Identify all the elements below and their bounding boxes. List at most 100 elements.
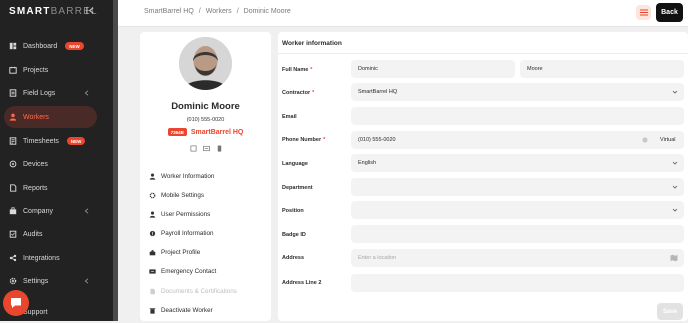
audits-icon xyxy=(9,230,17,238)
sidebar-item-audits[interactable]: Audits xyxy=(4,223,97,245)
last-name-input[interactable]: Moore xyxy=(520,60,684,78)
company-badge: 7364B xyxy=(167,128,187,136)
menu-item-emergency-contact[interactable]: Emergency Contact xyxy=(149,265,216,277)
menu-item-label: Documents & Certifications xyxy=(161,287,237,295)
chevron-left-icon xyxy=(84,90,89,96)
language-value: English xyxy=(358,160,377,166)
emergency-contact-icon xyxy=(149,268,156,274)
sidebar-item-timesheets[interactable]: Timesheets NEW xyxy=(4,130,97,152)
menu-item-mobile-settings[interactable]: Mobile Settings xyxy=(149,189,204,201)
sidebar-item-settings[interactable]: Settings xyxy=(4,270,97,292)
phone-icon[interactable] xyxy=(216,145,223,152)
chevron-left-icon xyxy=(84,208,89,214)
new-badge: NEW xyxy=(65,42,84,50)
breadcrumb-workers[interactable]: Workers xyxy=(206,8,232,15)
chevron-down-icon xyxy=(672,208,678,212)
back-button[interactable]: Back xyxy=(656,3,683,22)
menu-item-label: User Permissions xyxy=(161,210,211,218)
menu-item-label: Project Profile xyxy=(161,248,201,256)
sidebar-item-devices[interactable]: Devices xyxy=(4,153,97,175)
email-label: Email xyxy=(282,114,297,120)
save-button[interactable]: Save xyxy=(657,303,683,320)
id-card-icon[interactable] xyxy=(203,145,210,152)
department-select[interactable] xyxy=(351,178,684,196)
menu-item-deactivate-worker[interactable]: Deactivate Worker xyxy=(149,304,213,316)
sidebar-item-label: Dashboard xyxy=(23,42,58,50)
phone-label-text: Phone Number xyxy=(282,137,322,143)
menu-item-label: Payroll Information xyxy=(161,229,214,237)
sidebar-item-reports[interactable]: Reports xyxy=(4,177,97,199)
chat-button[interactable] xyxy=(3,290,29,316)
phone-input[interactable]: (010) 555-0020 Virtual xyxy=(351,131,684,149)
mobile-settings-icon xyxy=(149,192,156,198)
menu-button[interactable] xyxy=(636,5,651,20)
menu-item-payroll-information[interactable]: Payroll Information xyxy=(149,227,214,239)
sidebar-item-label: Timesheets xyxy=(23,137,59,145)
sidebar: SMARTBARREL Dashboard NEW Projects Field… xyxy=(0,0,113,321)
toggle-icon[interactable] xyxy=(642,137,648,143)
trash-icon xyxy=(149,307,156,314)
sidebar-edge xyxy=(113,0,118,321)
sidebar-item-integrations[interactable]: Integrations xyxy=(4,247,97,269)
badge-id-label: Badge ID xyxy=(282,232,306,238)
sidebar-item-projects[interactable]: Projects xyxy=(4,59,97,81)
sidebar-item-dashboard[interactable]: Dashboard NEW xyxy=(4,35,97,57)
sidebar-item-label: Company xyxy=(23,207,53,215)
company-name[interactable]: SmartBarrel HQ xyxy=(191,129,244,136)
address-line2-input[interactable] xyxy=(351,274,684,292)
logo-text-left: SMART xyxy=(9,6,51,17)
collapse-sidebar-icon[interactable] xyxy=(86,6,95,15)
chevron-down-icon xyxy=(672,161,678,165)
sidebar-item-workers[interactable]: Workers xyxy=(4,106,97,128)
chevron-down-icon xyxy=(672,90,678,94)
address-line2-label: Address Line 2 xyxy=(282,280,322,286)
chat-bubble-icon xyxy=(11,298,21,308)
form-title: Worker information xyxy=(282,40,342,47)
position-select[interactable] xyxy=(351,201,684,219)
chevron-down-icon xyxy=(672,185,678,189)
menu-item-label: Emergency Contact xyxy=(161,267,217,275)
sidebar-item-field-logs[interactable]: Field Logs xyxy=(4,82,97,104)
full-name-label: Full Name * xyxy=(282,67,312,73)
worker-icon xyxy=(9,113,17,121)
required-mark: * xyxy=(312,90,315,96)
badge-id-input[interactable] xyxy=(351,225,684,243)
sidebar-item-label: Integrations xyxy=(23,254,60,262)
dashboard-icon xyxy=(9,42,17,50)
company-icon xyxy=(9,207,17,215)
full-name-label-text: Full Name xyxy=(282,67,309,73)
documents-icon xyxy=(150,288,155,294)
sidebar-item-company[interactable]: Company xyxy=(4,200,97,222)
breadcrumb: SmartBarrel HQ / Workers / Dominic Moore xyxy=(144,8,291,15)
address-input[interactable]: Enter a location xyxy=(351,249,684,267)
phone-value: (010) 555-0020 xyxy=(358,137,396,143)
payroll-icon xyxy=(149,230,156,236)
phone-type: Virtual xyxy=(660,137,676,143)
email-input[interactable] xyxy=(351,107,684,125)
contractor-value: SmartBarrel HQ xyxy=(358,89,398,95)
profile-card: Dominic Moore (010) 555-0020 7364B Smart… xyxy=(140,32,271,321)
menu-item-label: Worker Information xyxy=(161,172,215,180)
reports-icon xyxy=(10,184,17,192)
integrations-icon xyxy=(9,254,17,262)
map-icon xyxy=(670,254,678,262)
menu-item-user-permissions[interactable]: User Permissions xyxy=(149,208,210,220)
contractor-label: Contractor * xyxy=(282,90,314,96)
first-name-input[interactable]: Dominic xyxy=(351,60,515,78)
contractor-select[interactable]: SmartBarrel HQ xyxy=(351,83,684,101)
person-icon xyxy=(149,173,156,180)
language-select[interactable]: English xyxy=(351,154,684,172)
department-label: Department xyxy=(282,185,313,191)
address-placeholder: Enter a location xyxy=(358,255,397,261)
menu-item-worker-information[interactable]: Worker Information xyxy=(149,170,214,182)
edit-icon[interactable] xyxy=(190,145,197,152)
sidebar-item-label: Reports xyxy=(23,184,48,192)
breadcrumb-company[interactable]: SmartBarrel HQ xyxy=(144,8,194,15)
settings-icon xyxy=(9,277,17,285)
devices-icon xyxy=(9,160,17,168)
chevron-left-icon xyxy=(84,278,89,284)
profile-name: Dominic Moore xyxy=(171,101,240,112)
profile-phone: (010) 555-0020 xyxy=(186,117,225,123)
smartbarrel-logo: SMARTBARREL xyxy=(9,6,98,17)
menu-item-project-profile[interactable]: Project Profile xyxy=(149,246,200,258)
